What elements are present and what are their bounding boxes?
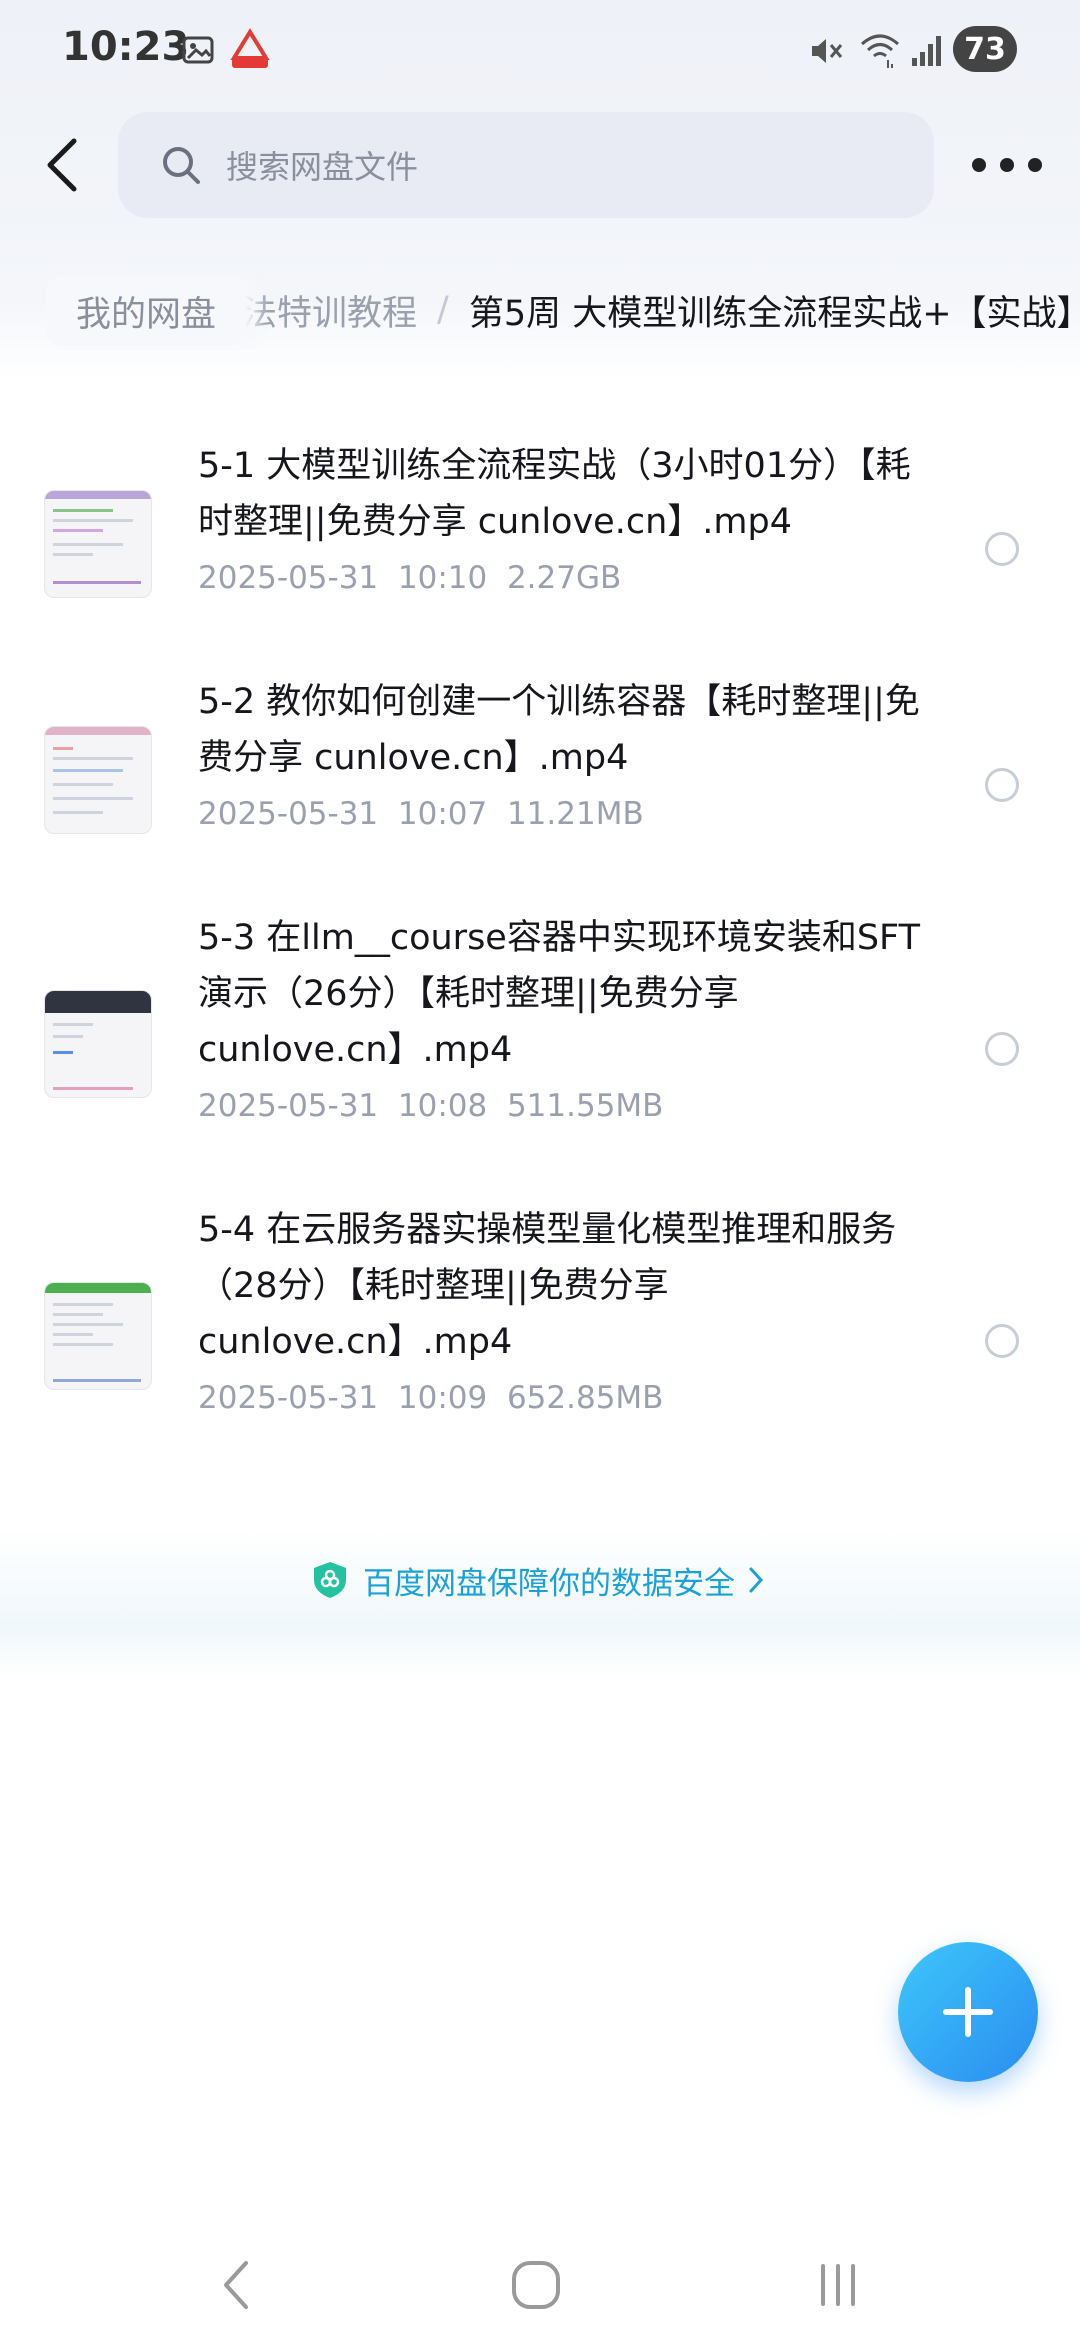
security-link[interactable]: 百度网盘保障你的数据安全 bbox=[0, 1550, 1080, 1610]
nav-back-icon bbox=[224, 2261, 248, 2309]
plus-icon bbox=[943, 1987, 993, 2037]
file-row[interactable]: 5-2 教你如何创建一个训练容器【耗时整理||免费分享 cunlove.cn】.… bbox=[0, 674, 1080, 864]
battery-indicator: 73 bbox=[953, 26, 1017, 72]
file-meta: 2025-05-31 10:08 511.55MB bbox=[198, 1088, 663, 1124]
chevron-right-icon bbox=[749, 1567, 764, 1593]
file-size: 11.21MB bbox=[506, 796, 644, 832]
breadcrumb-item-current: 第5周 大模型训练全流程实战+【实战】 bbox=[468, 293, 1080, 334]
security-text: 百度网盘保障你的数据安全 bbox=[363, 1565, 735, 1602]
breadcrumb-item-parent[interactable]: 法特训教程 bbox=[242, 285, 417, 336]
file-time: 10:08 bbox=[397, 1088, 488, 1124]
wifi-icon bbox=[861, 34, 899, 68]
more-options-button[interactable] bbox=[972, 140, 1042, 190]
file-name: 5-1 大模型训练全流程实战（3小时01分）【耗时整理||免费分享 cunlov… bbox=[198, 446, 911, 542]
file-meta: 2025-05-31 10:10 2.27GB bbox=[198, 560, 621, 596]
file-size: 2.27GB bbox=[506, 560, 622, 596]
gallery-icon bbox=[182, 36, 214, 64]
app-notification-icon bbox=[230, 28, 270, 68]
video-thumbnail bbox=[44, 1282, 152, 1390]
nav-home-icon bbox=[512, 2261, 560, 2309]
file-name: 5-4 在云服务器实操模型量化模型推理和服务（28分）【耗时整理||免费分享 c… bbox=[198, 1210, 897, 1362]
signal-icon bbox=[912, 36, 941, 66]
select-radio[interactable] bbox=[985, 768, 1019, 802]
breadcrumb: 法特训教程 / 第5周 大模型训练全流程实战+【实战】 我的网盘 bbox=[0, 270, 1080, 350]
back-button[interactable] bbox=[30, 130, 94, 200]
more-dot bbox=[1000, 158, 1014, 172]
mute-icon bbox=[812, 39, 843, 63]
more-dot bbox=[1028, 158, 1042, 172]
shield-icon bbox=[314, 1562, 346, 1598]
search-input[interactable]: 搜索网盘文件 bbox=[118, 112, 934, 218]
select-radio[interactable] bbox=[985, 532, 1019, 566]
file-meta: 2025-05-31 10:09 652.85MB bbox=[198, 1380, 663, 1416]
file-date: 2025-05-31 bbox=[198, 560, 379, 596]
file-date: 2025-05-31 bbox=[198, 1088, 379, 1124]
file-time: 10:09 bbox=[397, 1380, 488, 1416]
add-button[interactable] bbox=[898, 1942, 1038, 2082]
select-radio[interactable] bbox=[985, 1032, 1019, 1066]
nav-recents-icon bbox=[821, 2264, 855, 2306]
file-date: 2025-05-31 bbox=[198, 1380, 379, 1416]
file-size: 511.55MB bbox=[506, 1088, 664, 1124]
nav-home-button[interactable] bbox=[496, 2250, 576, 2320]
file-size: 652.85MB bbox=[506, 1380, 664, 1416]
file-list: 5-1 大模型训练全流程实战（3小时01分）【耗时整理||免费分享 cunlov… bbox=[0, 378, 1080, 1678]
file-time: 10:10 bbox=[397, 560, 488, 596]
file-browser-screen: 10:23 73 搜索网盘文件 法特训教程 / 第5周 大模型训练全流程实战+【… bbox=[0, 0, 1080, 2340]
file-meta: 2025-05-31 10:07 11.21MB bbox=[198, 796, 644, 832]
video-thumbnail bbox=[44, 990, 152, 1098]
nav-back-button[interactable] bbox=[196, 2250, 276, 2320]
breadcrumb-item-root[interactable]: 我的网盘 bbox=[46, 276, 247, 346]
more-dots-icon bbox=[972, 158, 986, 172]
search-placeholder: 搜索网盘文件 bbox=[226, 148, 419, 186]
file-name: 5-2 教你如何创建一个训练容器【耗时整理||免费分享 cunlove.cn】.… bbox=[198, 682, 920, 778]
status-time: 10:23 bbox=[62, 24, 190, 70]
file-row[interactable]: 5-1 大模型训练全流程实战（3小时01分）【耗时整理||免费分享 cunlov… bbox=[0, 438, 1080, 628]
file-row[interactable]: 5-3 在llm__course容器中实现环境安装和SFT演示（26分）【耗时整… bbox=[0, 910, 1080, 1140]
chevron-left-icon bbox=[47, 138, 77, 192]
file-date: 2025-05-31 bbox=[198, 796, 379, 832]
breadcrumb-separator: / bbox=[437, 290, 449, 330]
select-radio[interactable] bbox=[985, 1324, 1019, 1358]
breadcrumb-track: 法特训教程 / 第5周 大模型训练全流程实战+【实战】 bbox=[242, 270, 1080, 350]
video-thumbnail bbox=[44, 490, 152, 598]
file-name: 5-3 在llm__course容器中实现环境安装和SFT演示（26分）【耗时整… bbox=[198, 918, 920, 1070]
file-time: 10:07 bbox=[397, 796, 488, 832]
file-row[interactable]: 5-4 在云服务器实操模型量化模型推理和服务（28分）【耗时整理||免费分享 c… bbox=[0, 1202, 1080, 1432]
status-bar: 10:23 73 bbox=[0, 0, 1080, 100]
video-thumbnail bbox=[44, 726, 152, 834]
system-nav-bar bbox=[0, 2230, 1080, 2340]
nav-recents-button[interactable] bbox=[798, 2250, 878, 2320]
search-icon bbox=[163, 147, 200, 184]
